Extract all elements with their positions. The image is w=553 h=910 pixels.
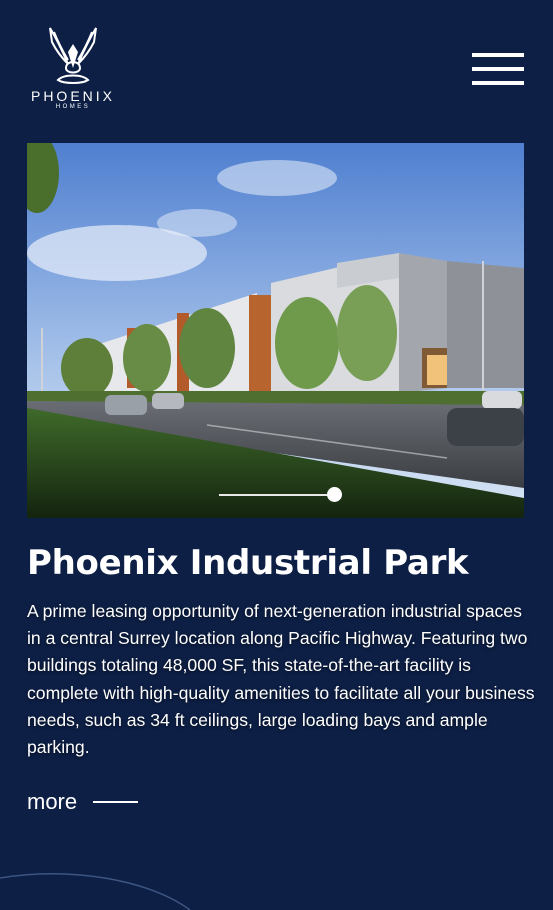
menu-bar	[472, 81, 524, 85]
slider-knob[interactable]	[327, 487, 342, 502]
hero-image	[27, 143, 524, 518]
hero-carousel[interactable]	[27, 143, 524, 518]
brand-subname: HOMES	[55, 104, 91, 110]
decorative-arc	[0, 873, 191, 910]
menu-bar	[472, 67, 524, 71]
project-description: A prime leasing opportunity of next-gene…	[27, 601, 535, 758]
carousel-slider[interactable]	[219, 487, 343, 503]
brand-name: PHOENIX	[30, 88, 115, 104]
arrow-line-icon	[93, 801, 139, 803]
menu-bar	[472, 53, 524, 57]
hamburger-menu-icon[interactable]	[472, 53, 524, 87]
brand-logo[interactable]: PHOENIX HOMES	[26, 24, 120, 116]
phoenix-bird-logo-icon	[49, 27, 97, 84]
slider-track	[219, 494, 335, 496]
project-title: Phoenix Industrial Park	[27, 543, 469, 583]
more-label: more	[27, 789, 78, 814]
more-link[interactable]: more	[27, 788, 139, 816]
